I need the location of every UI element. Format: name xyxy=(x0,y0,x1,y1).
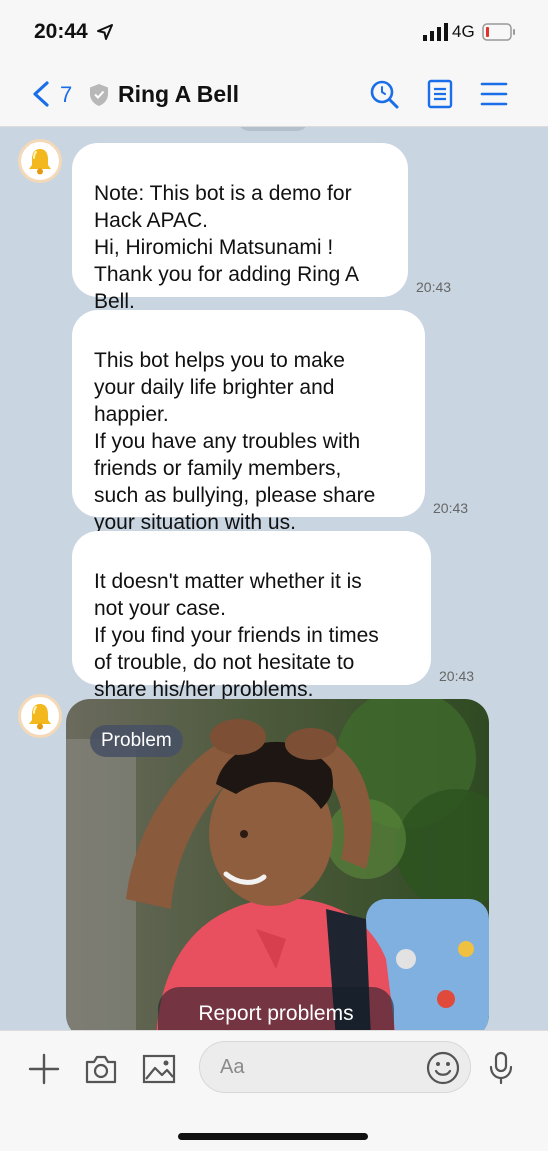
camera-icon[interactable] xyxy=(84,1053,118,1085)
message-time: 20:43 xyxy=(439,668,475,684)
chevron-left-icon[interactable] xyxy=(30,80,52,108)
emoji-icon[interactable] xyxy=(426,1051,460,1085)
bell-icon xyxy=(29,704,51,730)
chat-area[interactable]: Note: This bot is a demo for Hack APAC. … xyxy=(0,127,548,1030)
message-text: This bot helps you to make your daily li… xyxy=(94,349,376,534)
status-time: 20:44 xyxy=(34,20,88,43)
scroll-pill xyxy=(238,127,308,131)
message-time: 20:43 xyxy=(416,279,452,295)
message-text: It doesn't matter whether it is not your… xyxy=(94,570,379,701)
notes-icon[interactable] xyxy=(427,79,453,109)
battery-icon xyxy=(482,23,515,41)
network-type: 4G xyxy=(452,22,475,41)
message-text: Note: This bot is a demo for Hack APAC. … xyxy=(94,182,360,313)
signal-icon xyxy=(423,23,448,41)
input-bar xyxy=(0,1030,548,1151)
status-bar: 20:44 4G xyxy=(0,0,548,62)
image-icon[interactable] xyxy=(142,1053,176,1085)
bell-icon xyxy=(29,149,51,175)
plus-icon[interactable] xyxy=(28,1053,60,1085)
message-time: 20:43 xyxy=(433,500,469,516)
message-bubble[interactable]: It doesn't matter whether it is not your… xyxy=(72,531,431,701)
message-bubble[interactable]: Note: This bot is a demo for Hack APAC. … xyxy=(72,143,408,313)
problem-card[interactable]: Problem Report problems xyxy=(66,699,489,1030)
bot-avatar[interactable] xyxy=(18,139,62,183)
location-arrow-icon xyxy=(97,24,113,40)
chat-header: 7 Ring A Bell xyxy=(0,62,548,127)
shield-icon xyxy=(90,84,108,106)
microphone-icon[interactable] xyxy=(488,1051,514,1085)
chat-title: Ring A Bell xyxy=(118,81,239,107)
menu-icon[interactable] xyxy=(480,81,508,107)
report-problems-button[interactable]: Report problems xyxy=(158,987,394,1030)
search-icon[interactable] xyxy=(368,78,400,110)
bot-avatar[interactable] xyxy=(18,694,62,738)
home-indicator xyxy=(178,1133,368,1140)
unread-count[interactable]: 7 xyxy=(60,82,72,108)
message-bubble[interactable]: This bot helps you to make your daily li… xyxy=(72,310,425,534)
problem-badge: Problem xyxy=(90,725,183,757)
